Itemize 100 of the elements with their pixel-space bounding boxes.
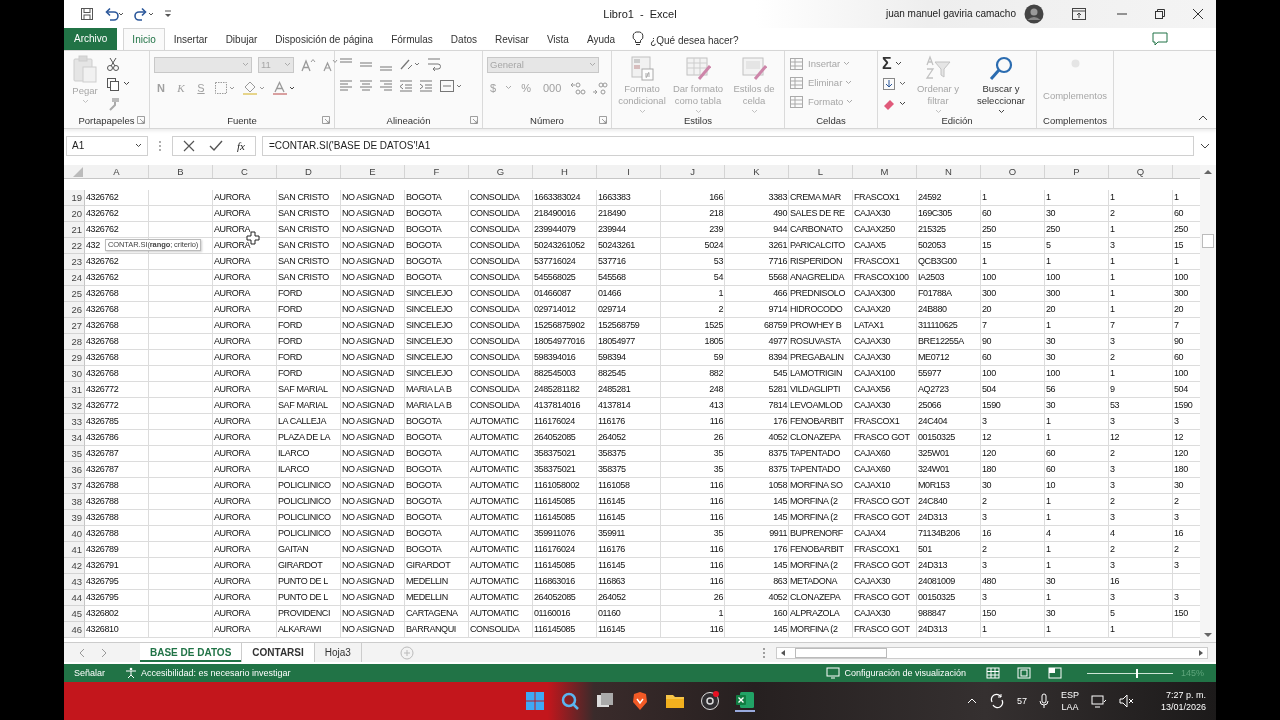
table-cell[interactable]: MARIA LA B xyxy=(405,381,469,398)
table-cell[interactable]: AURORA xyxy=(213,621,277,638)
table-cell[interactable]: NO ASIGNAD xyxy=(341,573,405,590)
table-cell[interactable] xyxy=(149,381,213,398)
table-cell[interactable]: MORFINA (2 xyxy=(789,621,853,638)
grow-font-icon[interactable] xyxy=(300,57,316,72)
column-header[interactable]: H xyxy=(533,164,597,178)
speaker-muted-icon[interactable] xyxy=(1118,693,1135,710)
table-cell[interactable]: CONSOLIDA xyxy=(469,221,533,238)
table-cell[interactable]: 116145 xyxy=(597,509,661,526)
table-cell[interactable]: 239944 xyxy=(597,221,661,238)
table-cell[interactable]: 4326788 xyxy=(85,509,149,526)
table-cell[interactable]: BOGOTA xyxy=(405,461,469,478)
table-cell[interactable]: 26 xyxy=(661,589,725,606)
table-cell[interactable]: 1 xyxy=(1045,413,1109,430)
table-cell[interactable]: CONSOLIDA xyxy=(469,205,533,222)
table-cell[interactable] xyxy=(149,461,213,478)
table-cell[interactable]: FRASCO GOT xyxy=(853,557,917,574)
column-header[interactable]: L xyxy=(789,164,853,178)
table-cell[interactable]: 4326788 xyxy=(85,493,149,510)
table-cell[interactable]: SAN CRISTO xyxy=(277,221,341,238)
table-cell[interactable]: 1 xyxy=(1045,317,1109,334)
table-cell[interactable]: 4326787 xyxy=(85,445,149,462)
table-cell[interactable]: AUTOMATIC xyxy=(469,445,533,462)
table-cell[interactable]: 60 xyxy=(1045,445,1109,462)
table-cell[interactable]: 1 xyxy=(1045,589,1109,606)
table-cell[interactable]: 1 xyxy=(1045,541,1109,558)
add-sheet-icon[interactable] xyxy=(399,645,414,660)
table-cell[interactable]: NO ASIGNAD xyxy=(341,317,405,334)
table-cell[interactable]: 3 xyxy=(1109,333,1173,350)
clock[interactable]: 7:27 p. m. 13/01/2026 xyxy=(1160,689,1206,714)
table-cell[interactable]: NO ASIGNAD xyxy=(341,477,405,494)
table-cell[interactable]: 116176 xyxy=(597,541,661,558)
table-cell[interactable]: 882 xyxy=(661,365,725,382)
table-cell[interactable]: CAJAX30 xyxy=(853,333,917,350)
table-cell[interactable]: 24C840 xyxy=(917,493,981,510)
language-indicator[interactable]: ESP LAA xyxy=(1060,689,1079,714)
table-cell[interactable]: 3 xyxy=(1109,509,1173,526)
table-cell[interactable]: SINCELEJO xyxy=(405,285,469,302)
table-cell[interactable]: 1 xyxy=(1109,253,1173,270)
table-cell[interactable]: 24592 xyxy=(917,189,981,206)
table-cell[interactable]: AURORA xyxy=(213,349,277,366)
fill-down-icon[interactable] xyxy=(882,76,896,91)
table-cell[interactable]: TAPENTADO xyxy=(789,445,853,462)
caret-icon[interactable] xyxy=(899,81,906,87)
table-cell[interactable]: 358375 xyxy=(597,445,661,462)
table-cell[interactable]: 24C404 xyxy=(917,413,981,430)
table-cell[interactable] xyxy=(149,413,213,430)
table-cell[interactable]: 35 xyxy=(661,461,725,478)
table-cell[interactable] xyxy=(149,429,213,446)
table-cell[interactable]: CONSOLIDA xyxy=(469,285,533,302)
table-cell[interactable]: 150 xyxy=(981,605,1045,622)
table-cell[interactable]: AUTOMATIC xyxy=(469,413,533,430)
table-cell[interactable]: 145 xyxy=(725,621,789,638)
ribbon-tab[interactable]: Datos xyxy=(441,27,486,50)
table-cell[interactable]: 20 xyxy=(981,301,1045,318)
ribbon-tab[interactable]: Inicio xyxy=(123,27,165,50)
table-cell[interactable]: AURORA xyxy=(213,189,277,206)
table-cell[interactable]: 116 xyxy=(661,557,725,574)
table-cell[interactable]: 35 xyxy=(661,525,725,542)
table-cell[interactable]: AUTOMATIC xyxy=(469,573,533,590)
table-cell[interactable]: POLICLINICO xyxy=(277,493,341,510)
table-cell[interactable]: 1058 xyxy=(725,477,789,494)
normal-view-icon[interactable] xyxy=(985,667,1000,680)
table-cell[interactable]: CAJAX250 xyxy=(853,221,917,238)
table-cell[interactable]: 30 xyxy=(1045,349,1109,366)
table-cell[interactable]: 480 xyxy=(981,573,1045,590)
table-cell[interactable]: 53 xyxy=(1109,397,1173,414)
table-cell[interactable]: BRE12255A xyxy=(917,333,981,350)
table-cell[interactable]: 4326795 xyxy=(85,589,149,606)
table-cell[interactable]: CAJAX30 xyxy=(853,349,917,366)
table-cell[interactable]: 100 xyxy=(1045,365,1109,382)
table-cell[interactable]: 4052 xyxy=(725,429,789,446)
table-cell[interactable]: CONSOLIDA xyxy=(469,621,533,638)
table-cell[interactable]: 53 xyxy=(661,253,725,270)
table-cell[interactable]: 1 xyxy=(1045,621,1109,638)
table-cell[interactable]: CAJAX60 xyxy=(853,445,917,462)
table-cell[interactable]: 3 xyxy=(1109,477,1173,494)
table-cell[interactable]: BARRANQUI xyxy=(405,621,469,638)
table-cell[interactable]: NO ASIGNAD xyxy=(341,253,405,270)
table-cell[interactable]: 2 xyxy=(1109,445,1173,462)
table-cell[interactable]: 248 xyxy=(661,381,725,398)
table-cell[interactable]: AURORA xyxy=(213,493,277,510)
table-cell[interactable]: BOGOTA xyxy=(405,525,469,542)
table-cell[interactable]: GIRARDOT xyxy=(405,557,469,574)
table-cell[interactable]: AUTOMATIC xyxy=(469,461,533,478)
table-cell[interactable]: IA2503 xyxy=(917,269,981,286)
table-cell[interactable]: 1 xyxy=(981,621,1045,638)
table-cell[interactable]: 100 xyxy=(981,269,1045,286)
table-cell[interactable]: BOGOTA xyxy=(405,253,469,270)
table-cell[interactable]: NO ASIGNAD xyxy=(341,333,405,350)
table-cell[interactable]: 358375021 xyxy=(533,445,597,462)
table-cell[interactable]: 7814 xyxy=(725,397,789,414)
ribbon-tab[interactable]: Insertar xyxy=(164,27,217,50)
find-select-button[interactable]: Buscar y seleccionar xyxy=(970,54,1032,114)
dialog-launcher-icon[interactable] xyxy=(599,115,607,124)
table-cell[interactable]: BOGOTA xyxy=(405,541,469,558)
table-cell[interactable]: 1 xyxy=(1109,221,1173,238)
table-cell[interactable]: 5568 xyxy=(725,269,789,286)
table-cell[interactable]: AURORA xyxy=(213,573,277,590)
